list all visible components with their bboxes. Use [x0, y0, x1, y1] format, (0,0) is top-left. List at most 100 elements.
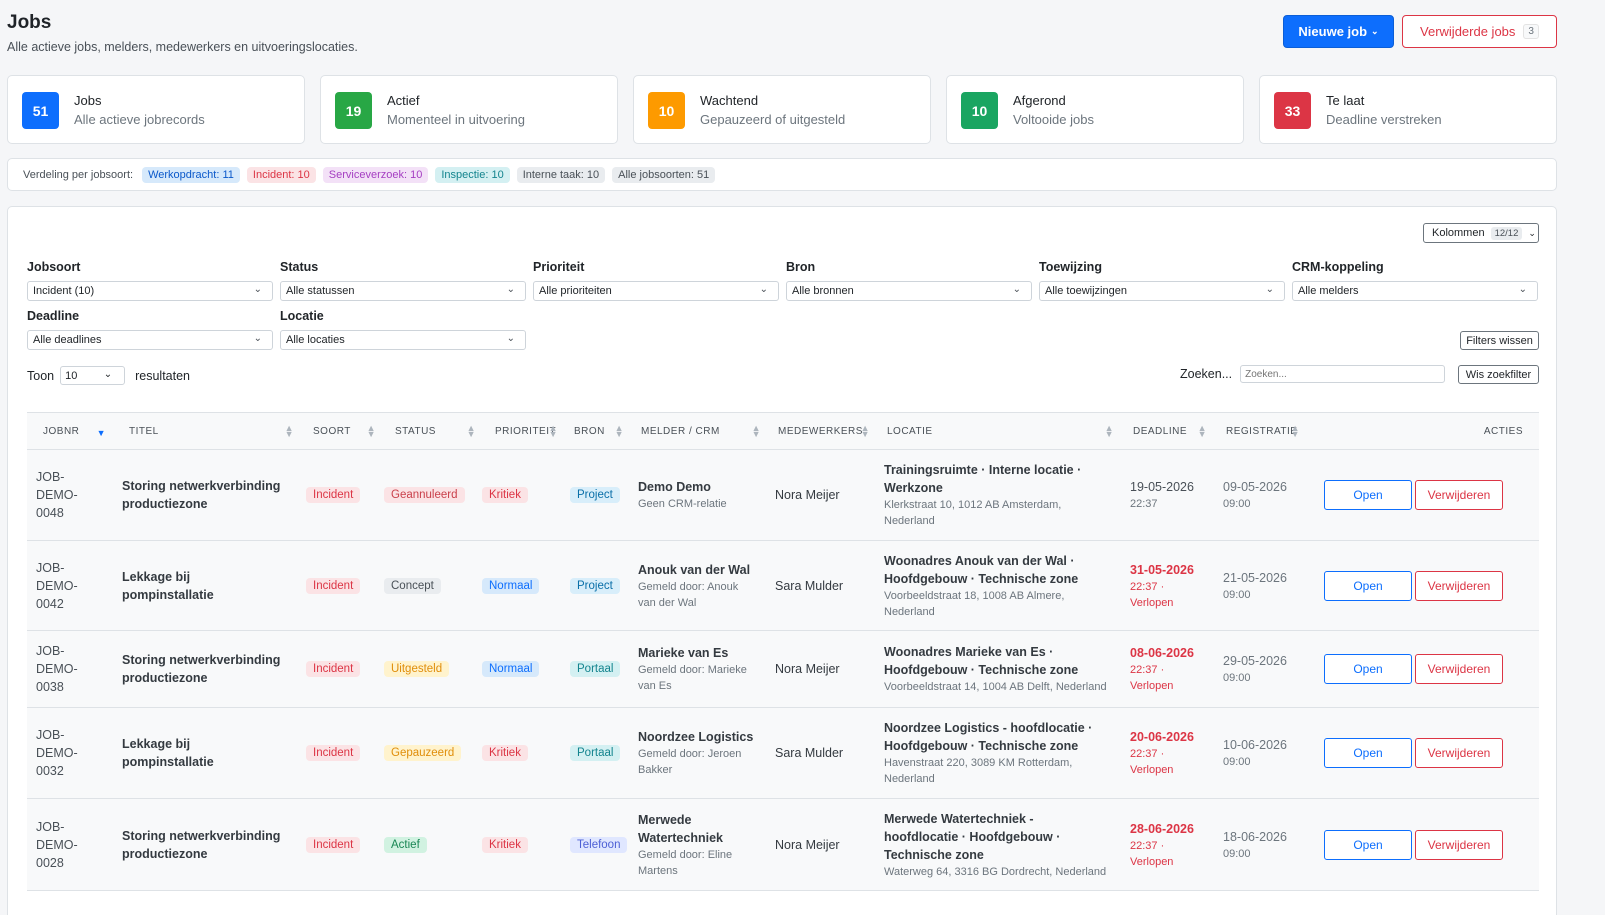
- type-badge: Incident: [306, 577, 361, 594]
- stat-card-afgerond[interactable]: 10 Afgerond Voltooide jobs: [946, 75, 1244, 144]
- col-registratie[interactable]: REGISTRATIE ▲ ▼: [1211, 412, 1314, 450]
- col-bron-label: BRON: [574, 425, 605, 437]
- status-badge: Uitgesteld: [384, 661, 450, 677]
- status-badge: Gepauzeerd: [384, 745, 462, 761]
- open-button[interactable]: Open: [1324, 480, 1412, 510]
- clear-search-button[interactable]: Wis zoekfilter: [1458, 365, 1539, 384]
- stat-label: Te laat: [1326, 93, 1365, 108]
- jobnr-part: DEMO-: [36, 837, 78, 852]
- job-title: Lekkage bij pompinstallatie: [122, 569, 214, 602]
- location-address: Voorbeeldstraat 14, 1004 AB Delft, Neder…: [884, 681, 1107, 693]
- delete-button[interactable]: Verwijderen: [1415, 829, 1503, 860]
- cell-soort: Incident: [298, 707, 380, 799]
- delete-button[interactable]: Verwijderen: [1415, 738, 1503, 768]
- table-row[interactable]: JOB- DEMO- 0032 Lekkage bij pompinstallatie…: [27, 707, 1539, 799]
- col-titel[interactable]: TITEL ▲ ▼: [114, 412, 298, 450]
- stat-label: Actief: [387, 93, 420, 108]
- stat-card-jobs[interactable]: 51 Jobs Alle actieve jobrecords: [7, 75, 305, 144]
- filter-status-select[interactable]: Alle statussen ⌄: [280, 281, 526, 301]
- clear-filters-button[interactable]: Filters wissen: [1460, 331, 1539, 350]
- status-badge: Actief: [384, 836, 427, 853]
- source-badge: Project: [570, 577, 620, 594]
- table-row[interactable]: JOB- DEMO- 0028 Storing netwerkverbinding p…: [27, 798, 1539, 891]
- status-badge: Concept: [384, 577, 441, 594]
- cell-registratie: 21-05-2026 09:00: [1211, 540, 1314, 631]
- job-title: Storing netwerkverbinding productiezone: [122, 653, 281, 685]
- filter-toewijzing-select[interactable]: Alle toewijzingen ⌄: [1039, 281, 1285, 301]
- col-status[interactable]: STATUS ▲ ▼: [380, 412, 480, 450]
- stat-card-te-laat[interactable]: 33 Te laat Deadline verstreken: [1259, 75, 1557, 144]
- distribution-chip[interactable]: Incident: 10: [246, 166, 316, 183]
- col-deadline-label: DEADLINE: [1133, 425, 1188, 437]
- table-row[interactable]: JOB- DEMO- 0038 Storing netwerkverbinding p…: [27, 630, 1539, 708]
- cell-melder: Marieke van Es Gemeld door: Marieke van E…: [628, 630, 765, 708]
- chevron-down-icon: ⌄: [759, 284, 768, 295]
- col-jobnr[interactable]: JOBNR ▼: [27, 412, 114, 450]
- distribution-chip[interactable]: Interne taak: 10: [516, 166, 606, 183]
- distribution-chip[interactable]: Alle jobsoorten: 51: [612, 166, 716, 183]
- col-deadline[interactable]: DEADLINE ▲ ▼: [1118, 412, 1211, 450]
- sort-icon: ▲ ▼: [366, 423, 376, 439]
- col-soort[interactable]: SOORT ▲ ▼: [298, 412, 380, 450]
- cell-deadline: 28-06-2026 22:37 · Verlopen: [1118, 798, 1211, 891]
- source-badge: Portaal: [570, 661, 621, 677]
- distribution-chip[interactable]: Serviceverzoek: 10: [322, 166, 429, 183]
- cell-medewerkers: Nora Meijer: [765, 798, 874, 891]
- filter-crm-label: CRM-koppeling: [1292, 260, 1384, 274]
- cell-deadline: 31-05-2026 22:37 · Verlopen: [1118, 540, 1211, 631]
- cell-medewerkers: Nora Meijer: [765, 449, 874, 541]
- deadline-date: 20-06-2026: [1130, 730, 1194, 744]
- filter-deadline-select[interactable]: Alle deadlines ⌄: [27, 330, 273, 350]
- cell-bron: Project: [562, 449, 628, 541]
- search-input[interactable]: [1240, 365, 1446, 383]
- cell-registratie: 10-06-2026 09:00: [1211, 707, 1314, 799]
- cell-deadline: 20-06-2026 22:37 · Verlopen: [1118, 707, 1211, 799]
- delete-button[interactable]: Verwijderen: [1415, 480, 1503, 510]
- filter-jobsoort-select[interactable]: Incident (10) ⌄: [27, 281, 273, 301]
- open-button[interactable]: Open: [1324, 829, 1412, 860]
- col-locatie[interactable]: LOCATIE ▲ ▼: [874, 412, 1118, 450]
- delete-button[interactable]: Verwijderen: [1415, 570, 1503, 601]
- deleted-jobs-button[interactable]: Verwijderde jobs 3: [1402, 15, 1557, 48]
- cell-status: Uitgesteld: [380, 630, 480, 708]
- col-bron[interactable]: BRON ▲ ▼: [562, 412, 628, 450]
- col-locatie-label: LOCATIE: [887, 425, 933, 437]
- filter-crm-select[interactable]: Alle melders ⌄: [1292, 281, 1538, 301]
- employee-name: Nora Meijer: [775, 837, 840, 852]
- stat-card-actief[interactable]: 19 Actief Momenteel in uitvoering: [320, 75, 618, 144]
- filter-deadline-label: Deadline: [27, 309, 80, 323]
- jobnr-part: 0028: [36, 855, 64, 870]
- new-job-button[interactable]: Nieuwe job ⌄: [1283, 15, 1394, 48]
- filter-status-value: Alle statussen: [286, 285, 355, 297]
- columns-button[interactable]: Kolommen 12/12 ⌄: [1423, 223, 1539, 243]
- cell-medewerkers: Sara Mulder: [765, 540, 874, 631]
- table-row[interactable]: JOB- DEMO- 0048 Storing netwerkverbinding p…: [27, 449, 1539, 541]
- registration-date: 10-06-2026: [1223, 738, 1287, 752]
- distribution-chip[interactable]: Werkopdracht: 11: [142, 166, 240, 183]
- open-button[interactable]: Open: [1324, 570, 1412, 601]
- delete-button[interactable]: Verwijderen: [1415, 654, 1503, 684]
- jobnr-part: DEMO-: [36, 488, 78, 502]
- col-medewerkers[interactable]: MEDEWERKERS ▲ ▼: [765, 412, 874, 450]
- stat-card-wachtend[interactable]: 10 Wachtend Gepauzeerd of uitgesteld: [633, 75, 931, 144]
- cell-melder: Demo Demo Geen CRM-relatie: [628, 449, 765, 541]
- cell-acties: Open Verwijderen: [1314, 798, 1539, 891]
- results-label: resultaten: [135, 368, 191, 383]
- col-registratie-label: REGISTRATIE: [1226, 425, 1298, 437]
- distribution-chip[interactable]: Inspectie: 10: [435, 166, 510, 183]
- filter-locatie-select[interactable]: Alle locaties ⌄: [280, 330, 526, 350]
- col-melder[interactable]: MELDER / CRM ▲ ▼: [628, 412, 765, 450]
- open-button[interactable]: Open: [1324, 654, 1412, 684]
- open-button[interactable]: Open: [1324, 738, 1412, 768]
- stat-number: 51: [22, 92, 59, 129]
- page-size-select[interactable]: 10 ⌄: [60, 366, 126, 385]
- col-prioriteit[interactable]: PRIORITEIT ▲ ▼: [480, 412, 562, 450]
- jobs-table: JOBNR ▼ TITEL ▲ ▼ SOORT ▲ ▼ STATUS ▲ ▼ PRIORITE…: [27, 412, 1539, 891]
- table-row[interactable]: JOB- DEMO- 0042 Lekkage bij pompinstallatie…: [27, 540, 1539, 631]
- filter-bron-select[interactable]: Alle bronnen ⌄: [786, 281, 1032, 301]
- cell-melder: Noordzee Logistics Gemeld door: Jeroen Ba…: [628, 707, 765, 799]
- filter-prioriteit-select[interactable]: Alle prioriteiten ⌄: [533, 281, 779, 301]
- page-header: Jobs Alle actieve jobs, melders, medewer…: [7, 12, 358, 54]
- stat-number: 10: [961, 92, 998, 129]
- filter-deadline-value: Alle deadlines: [33, 334, 102, 346]
